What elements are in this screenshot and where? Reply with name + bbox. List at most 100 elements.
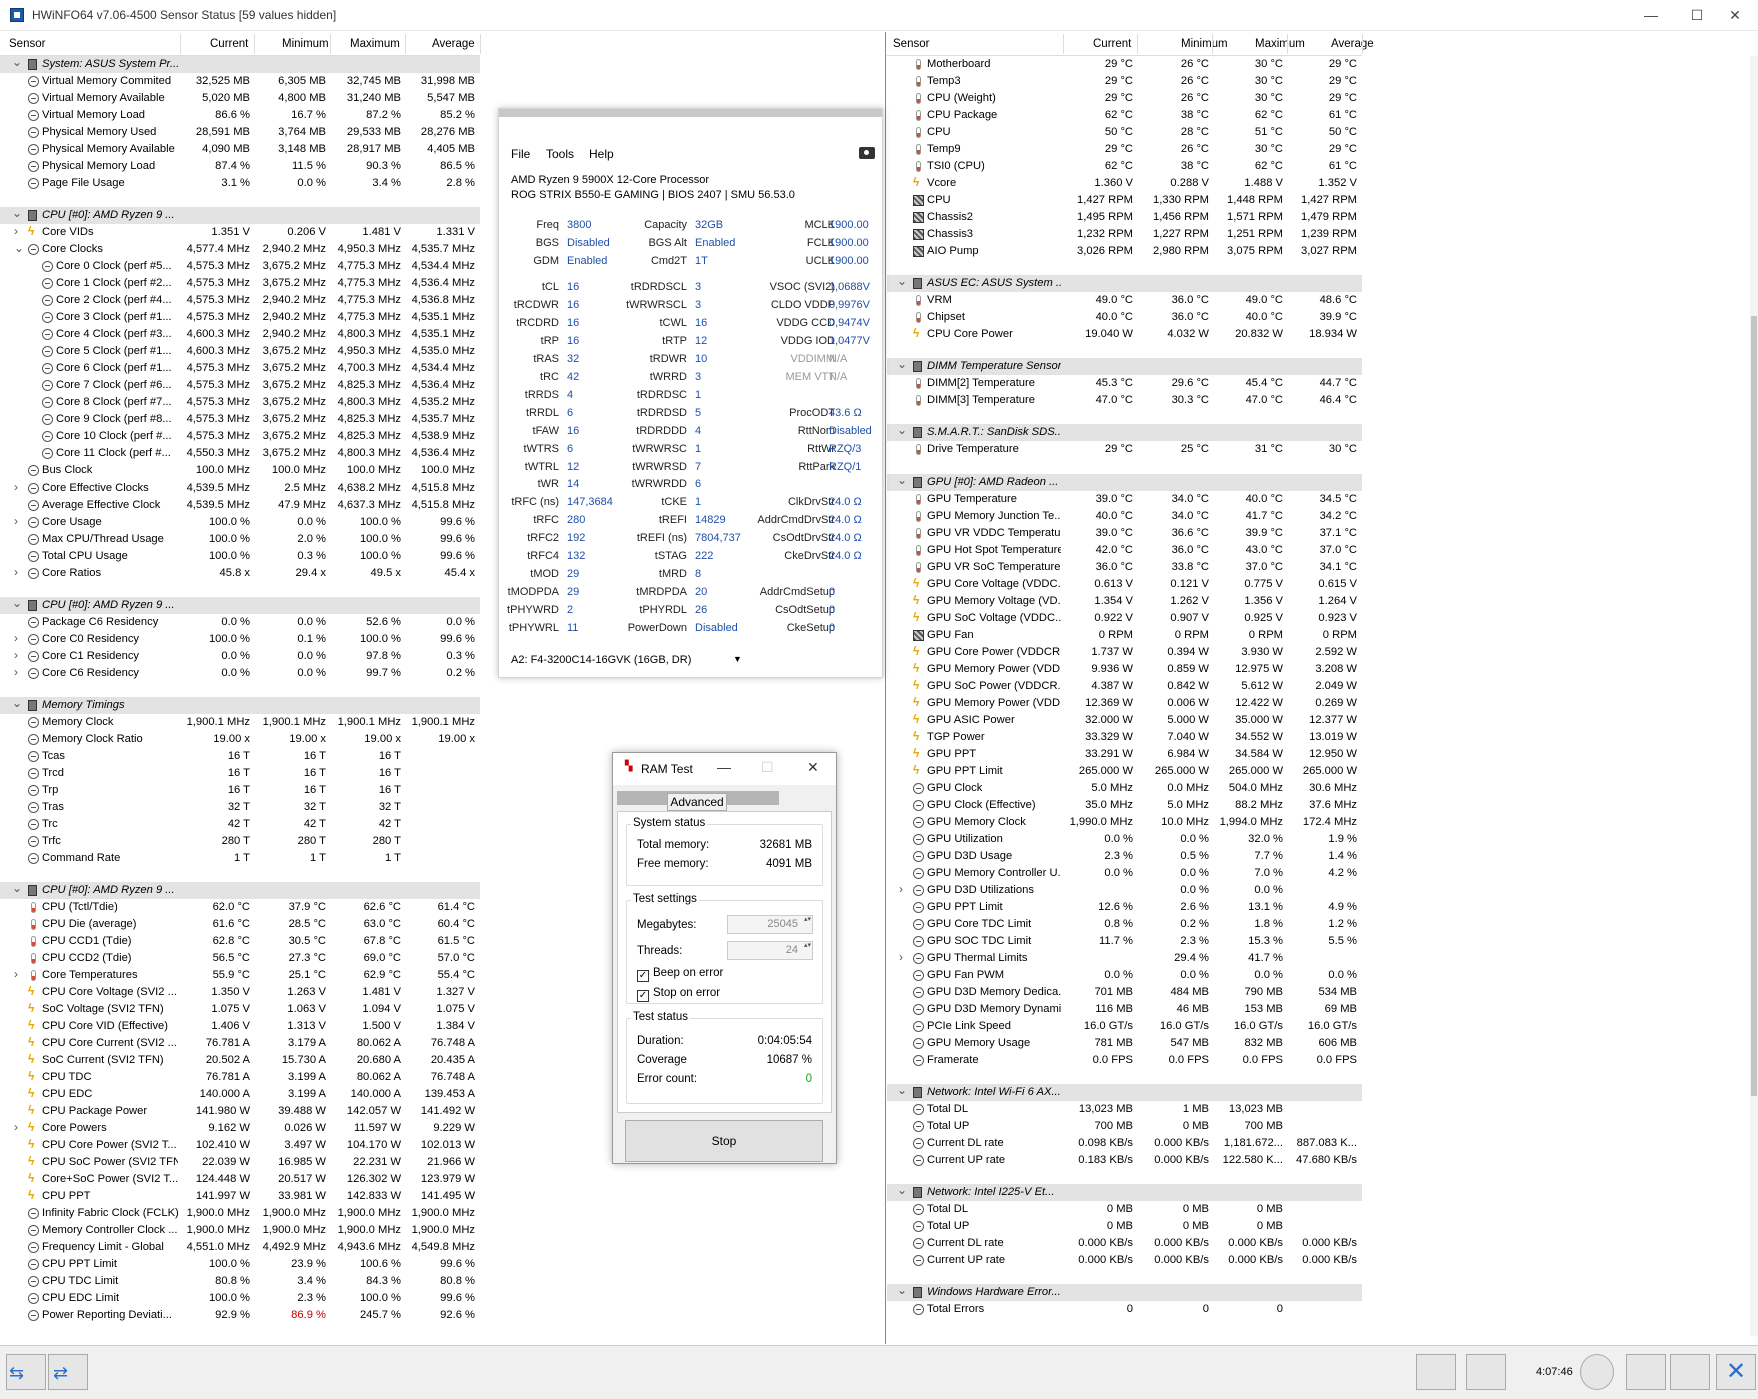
sensor-row[interactable]: Core 5 Clock (perf #1... 4,600.3 MHz 3,675… [0, 343, 480, 360]
sensor-group-header[interactable]: ⌄ Network: Intel I225-V Et... [887, 1183, 1362, 1202]
sensor-row[interactable]: CPU 50 °C 28 °C 51 °C 50 °C [887, 124, 1362, 141]
sensor-row[interactable]: Current UP rate 0.183 KB/s 0.000 KB/s 122.5… [887, 1152, 1362, 1169]
sensor-row[interactable]: GPU VR VDDC Temperature 39.0 °C 36.6 °C 39.… [887, 525, 1362, 542]
sensor-row[interactable]: VRM 49.0 °C 36.0 °C 49.0 °C 48.6 °C [887, 292, 1362, 309]
sensor-row[interactable]: ϟ SoC Voltage (SVI2 TFN) 1.075 V 1.063 V 1.0… [0, 1001, 480, 1018]
sensor-row[interactable]: Tcas 16 T 16 T 16 T [0, 748, 480, 765]
sensor-row[interactable]: DIMM[2] Temperature 45.3 °C 29.6 °C 45.4 °C… [887, 375, 1362, 392]
close-button[interactable]: ✕ [807, 759, 819, 776]
sensor-row[interactable]: GPU Fan 0 RPM 0 RPM 0 RPM 0 RPM [887, 627, 1362, 644]
chevron-right-icon[interactable]: › [14, 665, 18, 679]
module-select[interactable]: A2: F4-3200C14-16GVK (16GB, DR) ▼ [511, 654, 871, 666]
scrollbar[interactable] [1750, 56, 1758, 1336]
sensor-row[interactable]: ϟ GPU Core Voltage (VDDC... 0.613 V 0.121 V… [887, 576, 1362, 593]
add-report-icon[interactable] [1626, 1354, 1666, 1390]
chevron-down-icon[interactable]: ⌄ [14, 241, 24, 255]
sensor-row[interactable]: Motherboard 29 °C 26 °C 30 °C 29 °C [887, 56, 1362, 73]
chevron-right-icon[interactable]: › [14, 224, 18, 238]
chevron-right-icon[interactable]: › [14, 1120, 18, 1134]
sensor-row[interactable]: Power Reporting Deviati... 92.9 % 86.9 % 24… [0, 1307, 480, 1324]
sensor-list-right[interactable]: Sensor Current Minimum Maximum Average M… [887, 32, 1758, 1344]
chevron-right-icon[interactable]: › [899, 882, 903, 896]
sensor-row[interactable]: GPU VR SoC Temperature 36.0 °C 33.8 °C 37.0… [887, 559, 1362, 576]
sensor-group-header[interactable]: ⌄ Memory Timings [0, 696, 480, 714]
chevron-down-icon[interactable]: ⌄ [12, 206, 22, 220]
sensor-row[interactable]: GPU Memory Junction Te... 40.0 °C 34.0 °C 4… [887, 508, 1362, 525]
sensor-row[interactable]: Core 7 Clock (perf #6... 4,575.3 MHz 3,675… [0, 377, 480, 394]
sensor-row[interactable]: ϟ CPU Core Power (SVI2 T... 102.410 W 3.497… [0, 1137, 480, 1154]
sensor-row[interactable]: Core 1 Clock (perf #2... 4,575.3 MHz 3,675… [0, 275, 480, 292]
sensor-row[interactable]: Physical Memory Load 87.4 % 11.5 % 90.3 % 86… [0, 158, 480, 175]
clock-icon[interactable] [1580, 1354, 1614, 1390]
network-icon[interactable] [1466, 1354, 1506, 1390]
sensor-row[interactable]: Core 10 Clock (perf #... 4,575.3 MHz 3,675… [0, 428, 480, 445]
sensor-row[interactable]: CPU Die (average) 61.6 °C 28.5 °C 63.0 °C 60… [0, 916, 480, 933]
sensor-row[interactable]: Trfc 280 T 280 T 280 T [0, 833, 480, 850]
sensor-row[interactable]: Physical Memory Used 28,591 MB 3,764 MB 29,… [0, 124, 480, 141]
sensor-row[interactable]: ϟ GPU PPT 33.291 W 6.984 W 34.584 W 12.950 W [887, 746, 1362, 763]
sensor-row[interactable]: ϟ CPU TDC 76.781 A 3.199 A 80.062 A 76.748 A [0, 1069, 480, 1086]
sensor-row[interactable]: Frequency Limit - Global 4,551.0 MHz 4,492… [0, 1239, 480, 1256]
sensor-row[interactable]: Memory Controller Clock ... 1,900.0 MHz 1,… [0, 1222, 480, 1239]
minimize-button[interactable]: — [717, 759, 731, 775]
column-average[interactable]: Average [1331, 38, 1374, 50]
sensor-row[interactable]: › GPU Thermal Limits 29.4 % 41.7 % [887, 950, 1362, 967]
sensor-row[interactable]: AIO Pump 3,026 RPM 2,980 RPM 3,075 RPM 3,027… [887, 243, 1362, 260]
chevron-right-icon[interactable]: › [14, 480, 18, 494]
sensor-row[interactable]: ϟ CPU Package Power 141.980 W 39.488 W 142.0… [0, 1103, 480, 1120]
sensor-row[interactable]: › Core C6 Residency 0.0 % 0.0 % 99.7 % 0.2 % [0, 665, 480, 682]
chevron-down-icon[interactable]: ⌄ [12, 55, 22, 69]
sensor-row[interactable]: GPU PPT Limit 12.6 % 2.6 % 13.1 % 4.9 % [887, 899, 1362, 916]
sensor-group-header[interactable]: ⌄ DIMM Temperature Sensor [887, 357, 1362, 376]
sensor-row[interactable]: CPU (Weight) 29 °C 26 °C 30 °C 29 °C [887, 90, 1362, 107]
chevron-down-icon[interactable]: ⌄ [897, 357, 907, 371]
sensor-row[interactable]: GPU Memory Clock 1,990.0 MHz 10.0 MHz 1,994… [887, 814, 1362, 831]
column-sensor[interactable]: Sensor [893, 38, 929, 50]
screenshot-icon[interactable] [859, 147, 875, 159]
sensor-row[interactable]: Total DL 0 MB 0 MB 0 MB [887, 1201, 1362, 1218]
sensor-row[interactable]: › Core C0 Residency 100.0 % 0.1 % 100.0 % 99.… [0, 631, 480, 648]
sensor-group-header[interactable]: ⌄ GPU [#0]: AMD Radeon ... [887, 473, 1362, 491]
sensor-group-header[interactable]: ⌄ CPU [#0]: AMD Ryzen 9 ... [0, 881, 480, 899]
menu-help[interactable]: Help [589, 147, 614, 161]
beep-on-error-checkbox[interactable]: ✓ Beep on error [637, 967, 723, 982]
sensor-row[interactable]: ϟ GPU SoC Voltage (VDDC... 0.922 V 0.907 V 0… [887, 610, 1362, 627]
sensor-group-header[interactable]: ⌄ CPU [#0]: AMD Ryzen 9 ... [0, 596, 480, 614]
chevron-down-icon[interactable]: ⌄ [12, 596, 22, 610]
chevron-down-icon[interactable]: ⌄ [897, 1083, 907, 1097]
sensor-row[interactable]: Total Errors 0 0 0 [887, 1301, 1362, 1318]
column-current[interactable]: Current [1093, 38, 1131, 50]
chevron-down-icon[interactable]: ⌄ [897, 423, 907, 437]
sensor-row[interactable]: Package C6 Residency 0.0 % 0.0 % 52.6 % 0.0 … [0, 614, 480, 631]
chevron-down-icon[interactable]: ⌄ [897, 274, 907, 288]
menu-tools[interactable]: Tools [546, 147, 574, 161]
megabytes-input[interactable]: 25045 [727, 915, 813, 934]
sensor-row[interactable]: › Core Temperatures 55.9 °C 25.1 °C 62.9 °C 5… [0, 967, 480, 984]
close-icon[interactable]: ✕ [1716, 1354, 1756, 1390]
sensor-row[interactable]: GPU Clock (Effective) 35.0 MHz 5.0 MHz 88.2… [887, 797, 1362, 814]
memory-timings-window[interactable]: File Tools Help AMD Ryzen 9 5900X 12-Cor… [498, 108, 883, 678]
sensor-row[interactable]: Tras 32 T 32 T 32 T [0, 799, 480, 816]
sensor-row[interactable]: Chassis2 1,495 RPM 1,456 RPM 1,571 RPM 1,479… [887, 209, 1362, 226]
sensor-row[interactable]: Framerate 0.0 FPS 0.0 FPS 0.0 FPS 0.0 FPS [887, 1052, 1362, 1069]
sensor-row[interactable]: GPU Core TDC Limit 0.8 % 0.2 % 1.8 % 1.2 % [887, 916, 1362, 933]
sensor-row[interactable]: Page File Usage 3.1 % 0.0 % 3.4 % 2.8 % [0, 175, 480, 192]
stop-on-error-checkbox[interactable]: ✓ Stop on error [637, 987, 720, 1002]
sensor-row[interactable]: ϟ CPU Core Voltage (SVI2 ... 1.350 V 1.263 … [0, 984, 480, 1001]
sensor-row[interactable]: › Core Usage 100.0 % 0.0 % 100.0 % 99.6 % [0, 514, 480, 531]
sensor-row[interactable]: Drive Temperature 29 °C 25 °C 31 °C 30 °C [887, 441, 1362, 458]
sensor-row[interactable]: › ϟ Core VIDs 1.351 V 0.206 V 1.481 V 1.331 V [0, 224, 480, 241]
chevron-down-icon[interactable]: ⌄ [12, 881, 22, 895]
sensor-row[interactable]: CPU CCD1 (Tdie) 62.8 °C 30.5 °C 67.8 °C 61.5… [0, 933, 480, 950]
stop-button[interactable]: Stop [625, 1120, 823, 1162]
chevron-right-icon[interactable]: › [14, 967, 18, 981]
sensor-row[interactable]: Current UP rate 0.000 KB/s 0.000 KB/s 0.000… [887, 1252, 1362, 1269]
sensor-group-header[interactable]: ⌄ Network: Intel Wi-Fi 6 AX... [887, 1083, 1362, 1102]
sensor-group-header[interactable]: ⌄ Windows Hardware Error... [887, 1283, 1362, 1302]
column-minimum[interactable]: Minimum [282, 38, 329, 50]
sensor-row[interactable]: ⌄ Core Clocks 4,577.4 MHz 2,940.2 MHz 4,950.… [0, 241, 480, 258]
sensor-row[interactable]: Chassis3 1,232 RPM 1,227 RPM 1,251 RPM 1,239… [887, 226, 1362, 243]
sensor-row[interactable]: CPU CCD2 (Tdie) 56.5 °C 27.3 °C 69.0 °C 57.0… [0, 950, 480, 967]
sensor-row[interactable]: CPU TDC Limit 80.8 % 3.4 % 84.3 % 80.8 % [0, 1273, 480, 1290]
sensor-row[interactable]: Command Rate 1 T 1 T 1 T [0, 850, 480, 867]
